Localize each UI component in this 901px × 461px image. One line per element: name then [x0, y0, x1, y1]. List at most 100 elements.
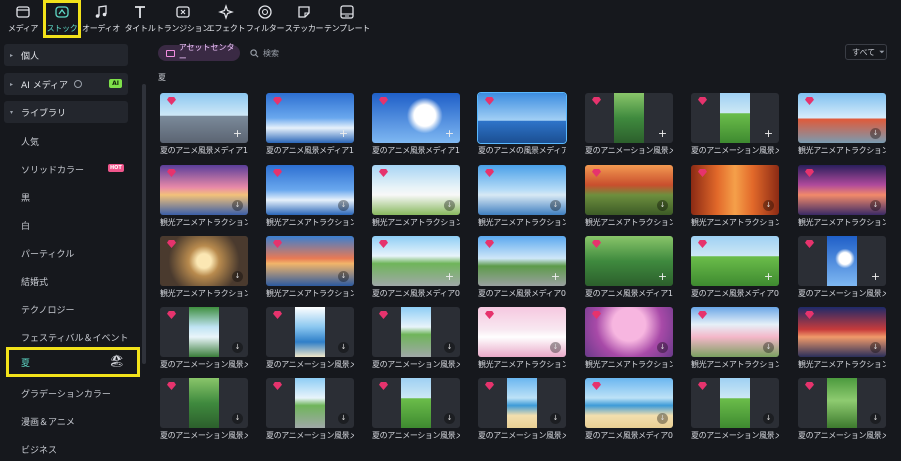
- tab-media[interactable]: メディア: [4, 0, 42, 38]
- download-icon[interactable]: ↓: [657, 200, 668, 211]
- info-icon[interactable]: [74, 80, 83, 88]
- media-thumbnail[interactable]: ↓: [160, 307, 248, 357]
- media-card[interactable]: ↓ 観光アニメアトラクションメ...: [266, 236, 354, 298]
- media-card[interactable]: 夏のアニメの風景メディア02: [477, 92, 567, 155]
- media-card[interactable]: ↓ 夏のアニメーション風景メ...: [266, 307, 354, 369]
- media-card[interactable]: ↓ 夏のアニメーション風景メ...: [266, 378, 354, 440]
- media-thumbnail[interactable]: +: [691, 93, 779, 143]
- media-thumbnail[interactable]: +: [266, 93, 354, 143]
- download-icon[interactable]: ↓: [444, 200, 455, 211]
- category-ai-media[interactable]: ▸ AI メディア AI: [4, 73, 128, 95]
- download-icon[interactable]: ↓: [657, 413, 668, 424]
- download-icon[interactable]: ↓: [338, 342, 349, 353]
- category-personal[interactable]: ▸ 個人: [4, 44, 128, 66]
- sidebar-item-white[interactable]: 白: [21, 219, 30, 232]
- asset-center-button[interactable]: アセットセンター: [158, 43, 240, 63]
- media-thumbnail[interactable]: ↓: [585, 378, 673, 428]
- media-card[interactable]: + 夏のアニメーション風景メ...: [798, 236, 886, 298]
- add-to-timeline-icon[interactable]: +: [870, 271, 881, 282]
- download-icon[interactable]: ↓: [232, 342, 243, 353]
- sidebar-item-business[interactable]: ビジネス: [21, 443, 57, 456]
- download-icon[interactable]: ↓: [870, 413, 881, 424]
- download-icon[interactable]: ↓: [870, 342, 881, 353]
- media-card[interactable]: + 夏のアニメーション風景メ...: [585, 93, 673, 155]
- media-thumbnail[interactable]: +: [798, 236, 886, 286]
- filter-dropdown[interactable]: すべて ⏷: [845, 44, 887, 60]
- media-thumbnail[interactable]: ↓: [798, 93, 886, 143]
- download-icon[interactable]: ↓: [657, 342, 668, 353]
- sidebar-item-gradient[interactable]: グラデーションカラー: [21, 387, 111, 400]
- media-thumbnail[interactable]: +: [478, 236, 566, 286]
- media-card[interactable]: ↓ 観光アニメアトラクションメ...: [160, 165, 248, 227]
- media-thumbnail[interactable]: [477, 92, 567, 144]
- media-thumbnail[interactable]: ↓: [160, 236, 248, 286]
- download-icon[interactable]: ↓: [550, 342, 561, 353]
- download-icon[interactable]: ↓: [870, 128, 881, 139]
- media-card[interactable]: + 夏のアニメ風景メディア04: [478, 236, 566, 298]
- download-icon[interactable]: ↓: [232, 271, 243, 282]
- media-card[interactable]: ↓ 夏のアニメーション風景メ...: [478, 378, 566, 440]
- download-icon[interactable]: ↓: [763, 413, 774, 424]
- add-to-timeline-icon[interactable]: +: [550, 271, 561, 282]
- media-card[interactable]: + 夏のアニメーション風景メ...: [691, 93, 779, 155]
- media-thumbnail[interactable]: ↓: [691, 165, 779, 215]
- media-thumbnail[interactable]: ↓: [798, 165, 886, 215]
- media-thumbnail[interactable]: ↓: [372, 378, 460, 428]
- media-thumbnail[interactable]: ↓: [372, 165, 460, 215]
- tab-transitions[interactable]: トランジション: [156, 0, 210, 38]
- media-thumbnail[interactable]: ↓: [266, 236, 354, 286]
- sidebar-item-solid-color[interactable]: ソリッドカラー: [21, 163, 84, 176]
- media-thumbnail[interactable]: ↓: [266, 307, 354, 357]
- add-to-timeline-icon[interactable]: +: [763, 271, 774, 282]
- media-card[interactable]: + 夏のアニメ風景メディア11: [372, 93, 460, 155]
- tab-stickers[interactable]: ステッカー: [285, 0, 324, 38]
- media-card[interactable]: ↓ 観光アニメアトラクションメ...: [478, 307, 566, 369]
- media-thumbnail[interactable]: ↓: [266, 378, 354, 428]
- media-card[interactable]: ↓ 観光アニメアトラクションメ...: [478, 165, 566, 227]
- media-card[interactable]: + 夏のアニメ風景メディア05: [372, 236, 460, 298]
- add-to-timeline-icon[interactable]: +: [657, 271, 668, 282]
- media-card[interactable]: ↓ 夏のアニメーション風景メ...: [798, 378, 886, 440]
- media-thumbnail[interactable]: ↓: [585, 307, 673, 357]
- media-thumbnail[interactable]: +: [160, 93, 248, 143]
- media-card[interactable]: + 夏のアニメ風景メディア07: [691, 236, 779, 298]
- media-thumbnail[interactable]: ↓: [478, 165, 566, 215]
- media-card[interactable]: ↓ 夏のアニメーション風景メ...: [691, 378, 779, 440]
- media-card[interactable]: ↓ 夏のアニメーション風景メ...: [160, 378, 248, 440]
- media-thumbnail[interactable]: ↓: [478, 378, 566, 428]
- download-icon[interactable]: ↓: [763, 200, 774, 211]
- tab-audio[interactable]: オーディオ: [82, 0, 120, 38]
- media-thumbnail[interactable]: ↓: [798, 307, 886, 357]
- media-card[interactable]: ↓ 夏のアニメーション風景メ...: [160, 307, 248, 369]
- tab-filters[interactable]: フィルター: [246, 0, 284, 38]
- tab-effects[interactable]: エフェクト: [207, 0, 246, 38]
- add-to-timeline-icon[interactable]: +: [232, 128, 243, 139]
- download-icon[interactable]: ↓: [550, 200, 561, 211]
- media-thumbnail[interactable]: ↓: [585, 165, 673, 215]
- download-icon[interactable]: ↓: [763, 342, 774, 353]
- download-icon[interactable]: ↓: [550, 413, 561, 424]
- download-icon[interactable]: ↓: [338, 271, 349, 282]
- sidebar-scrollbar[interactable]: [142, 84, 146, 364]
- media-thumbnail[interactable]: ↓: [160, 378, 248, 428]
- sidebar-item-technology[interactable]: テクノロジー: [21, 303, 74, 316]
- download-icon[interactable]: ↓: [444, 413, 455, 424]
- media-thumbnail[interactable]: ↓: [160, 165, 248, 215]
- media-thumbnail[interactable]: ↓: [691, 378, 779, 428]
- media-card[interactable]: ↓ 観光アニメアトラクションメ...: [691, 307, 779, 369]
- media-thumbnail[interactable]: ↓: [691, 307, 779, 357]
- media-thumbnail[interactable]: +: [585, 236, 673, 286]
- sidebar-item-particle[interactable]: パーティクル: [21, 247, 74, 260]
- download-icon[interactable]: ↓: [870, 200, 881, 211]
- media-card[interactable]: + 夏のアニメ風景メディア14: [585, 236, 673, 298]
- category-library[interactable]: ▾ ライブラリ: [4, 101, 128, 123]
- media-thumbnail[interactable]: ↓: [478, 307, 566, 357]
- media-card[interactable]: ↓ 観光アニメアトラクションメ...: [798, 307, 886, 369]
- media-card[interactable]: + 夏のアニメ風景メディア12: [266, 93, 354, 155]
- search-field[interactable]: 検索: [250, 45, 279, 61]
- sidebar-item-manga-anime[interactable]: 漫画＆アニメ: [21, 415, 75, 428]
- media-card[interactable]: + 夏のアニメ風景メディア13: [160, 93, 248, 155]
- media-thumbnail[interactable]: +: [372, 93, 460, 143]
- media-card[interactable]: ↓ 夏のアニメーション風景メ...: [372, 307, 460, 369]
- media-thumbnail[interactable]: ↓: [372, 307, 460, 357]
